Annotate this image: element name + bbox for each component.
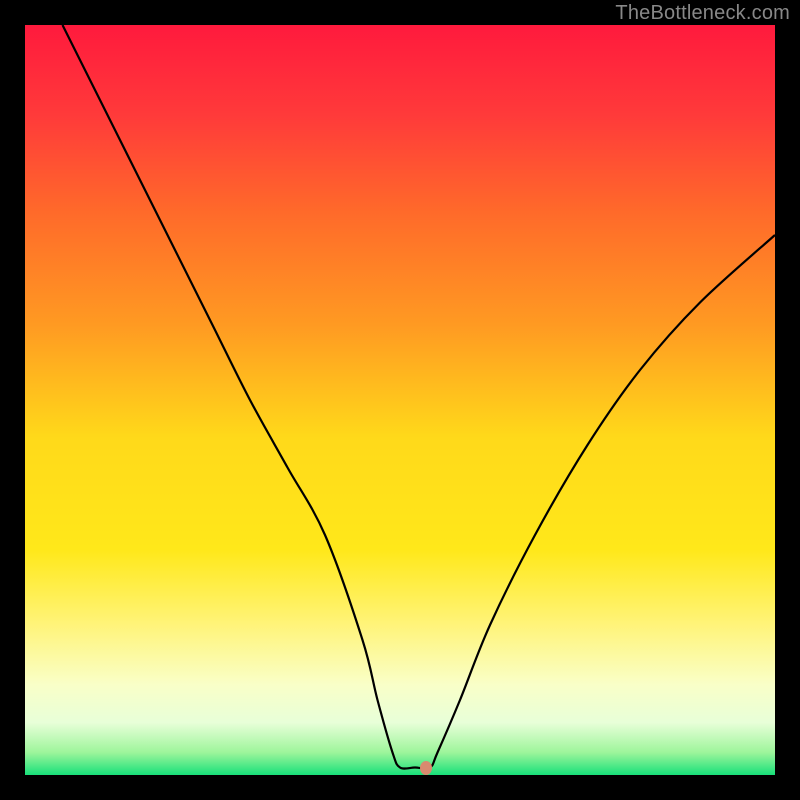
plot-area [25,25,775,775]
watermark-text: TheBottleneck.com [615,2,790,25]
optimal-point-marker [420,761,432,775]
plot-svg [25,25,775,775]
chart-container: TheBottleneck.com [0,0,800,800]
gradient-background [25,25,775,775]
